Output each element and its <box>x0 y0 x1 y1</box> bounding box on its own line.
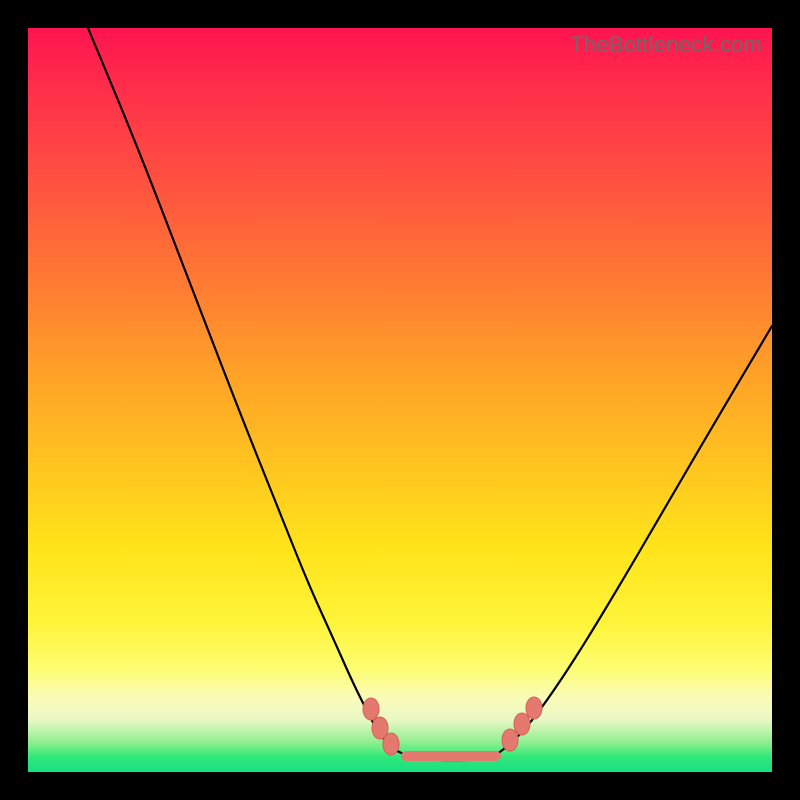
chart-frame: TheBottleneck.com <box>0 0 800 800</box>
curve-markers <box>363 697 542 755</box>
chart-overlay <box>28 28 772 772</box>
curve-left <box>88 28 410 756</box>
curve-marker <box>363 698 379 720</box>
plot-area: TheBottleneck.com <box>28 28 772 772</box>
curve-marker <box>502 729 518 751</box>
curve-marker <box>514 713 530 735</box>
curve-marker <box>383 733 399 755</box>
curve-right <box>493 326 772 757</box>
curve-marker <box>526 697 542 719</box>
